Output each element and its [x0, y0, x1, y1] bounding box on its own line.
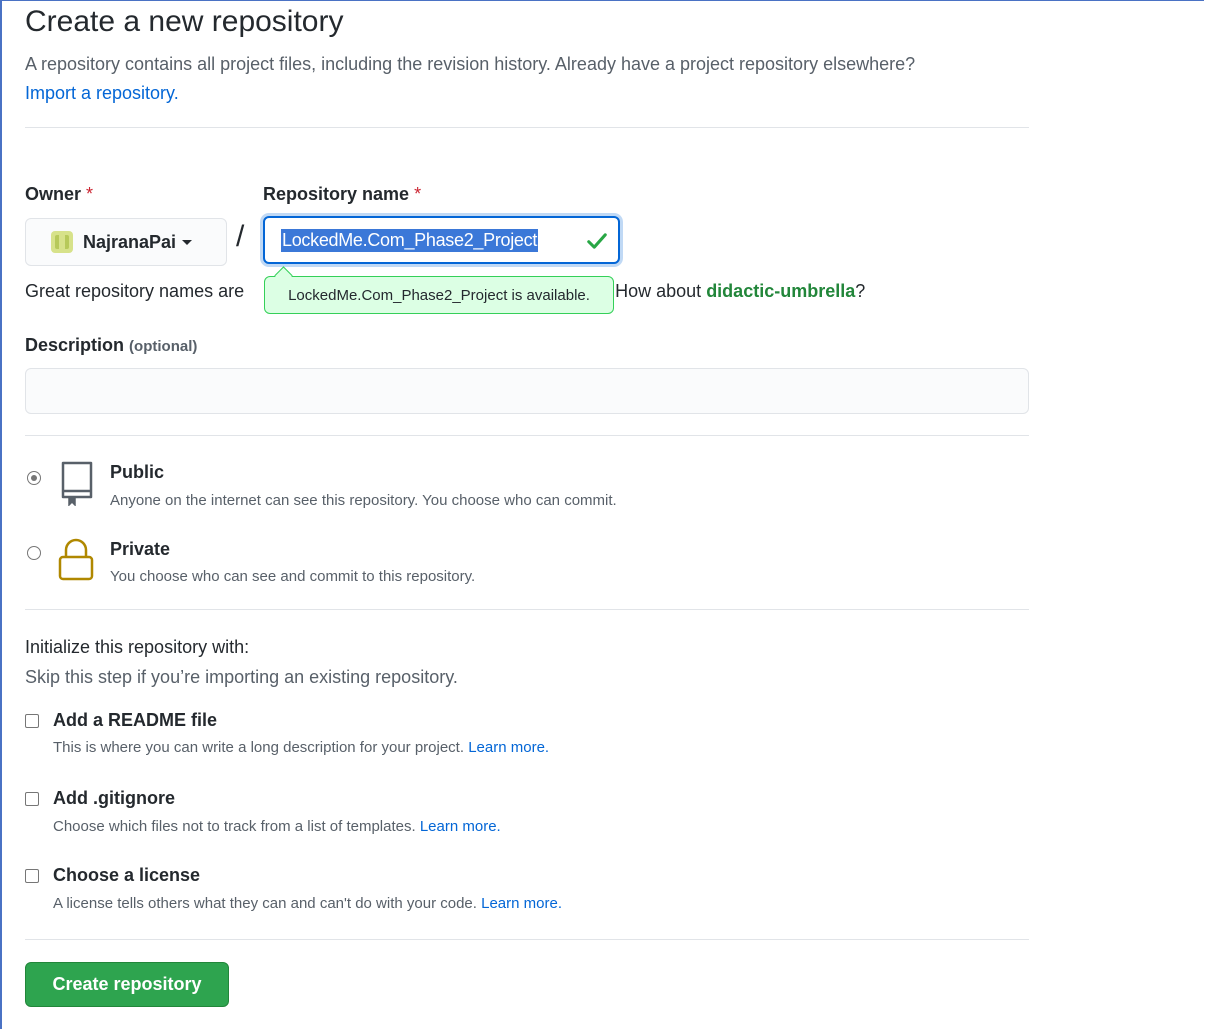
required-mark: *: [86, 184, 94, 204]
subtitle-text: A repository contains all project files,…: [25, 54, 916, 74]
gitignore-checkbox[interactable]: [25, 792, 39, 806]
private-desc: You choose who can see and commit to thi…: [110, 568, 476, 585]
divider: [25, 435, 1029, 436]
readme-desc-text: This is where you can write a long descr…: [53, 739, 465, 756]
required-mark: *: [414, 184, 422, 204]
owner-repo-separator: /: [236, 220, 245, 253]
suggested-name-link[interactable]: didactic-umbrella: [706, 281, 855, 301]
repo-name-label-text: Repository name: [263, 184, 410, 204]
license-checkbox[interactable]: [25, 869, 39, 883]
optional-tag: (optional): [129, 338, 198, 355]
description-label-text: Description: [25, 335, 125, 355]
owner-name: NajranaPai: [83, 231, 177, 252]
gitignore-learn-more-link[interactable]: Learn more.: [420, 818, 501, 835]
license-label[interactable]: Choose a license: [53, 865, 200, 886]
owner-label-text: Owner: [25, 184, 82, 204]
import-repository-link[interactable]: Import a repository.: [25, 83, 179, 103]
public-title: Public: [110, 462, 165, 482]
public-radio[interactable]: [27, 471, 41, 485]
license-desc: A license tells others what they can and…: [53, 895, 562, 912]
divider: [25, 939, 1029, 940]
divider: [25, 127, 1029, 128]
availability-tooltip: LockedMe.Com_Phase2_Project is available…: [264, 276, 614, 314]
repo-icon: [61, 461, 93, 506]
caret-down-icon: [182, 239, 193, 245]
readme-label[interactable]: Add a README file: [53, 710, 217, 731]
description-input[interactable]: [25, 368, 1029, 414]
hint-prefix: Great repository names are: [25, 281, 245, 301]
page-subtitle: A repository contains all project files,…: [25, 50, 1029, 108]
lock-icon: [58, 538, 94, 581]
initialize-subtext: Skip this step if you’re importing an ex…: [25, 667, 458, 687]
repository-name-input[interactable]: LockedMe.Com_Phase2_Project: [263, 216, 620, 264]
public-desc: Anyone on the internet can see this repo…: [110, 492, 617, 509]
readme-learn-more-link[interactable]: Learn more.: [468, 739, 549, 756]
hint-end: ?: [855, 281, 866, 301]
license-desc-text: A license tells others what they can and…: [53, 895, 477, 912]
initialize-heading: Initialize this repository with:: [25, 637, 250, 657]
avatar: [51, 231, 73, 253]
page-title: Create a new repository: [25, 5, 344, 38]
divider: [25, 609, 1029, 610]
description-label: Description (optional): [25, 335, 197, 356]
create-repository-button[interactable]: Create repository: [25, 962, 229, 1007]
gitignore-label[interactable]: Add .gitignore: [53, 788, 175, 809]
private-radio[interactable]: [27, 546, 41, 560]
repository-name-value: LockedMe.Com_Phase2_Project: [281, 228, 539, 252]
readme-checkbox[interactable]: [25, 714, 39, 728]
gitignore-desc-text: Choose which files not to track from a l…: [53, 818, 416, 835]
readme-desc: This is where you can write a long descr…: [53, 739, 549, 756]
owner-dropdown[interactable]: NajranaPai: [25, 218, 227, 266]
owner-label: Owner *: [25, 184, 93, 205]
check-icon: [587, 233, 607, 249]
private-title: Private: [110, 539, 171, 559]
hint-suffix: ? How about: [600, 281, 702, 301]
repo-name-label: Repository name *: [263, 184, 421, 205]
gitignore-desc: Choose which files not to track from a l…: [53, 818, 501, 835]
license-learn-more-link[interactable]: Learn more.: [481, 895, 562, 912]
